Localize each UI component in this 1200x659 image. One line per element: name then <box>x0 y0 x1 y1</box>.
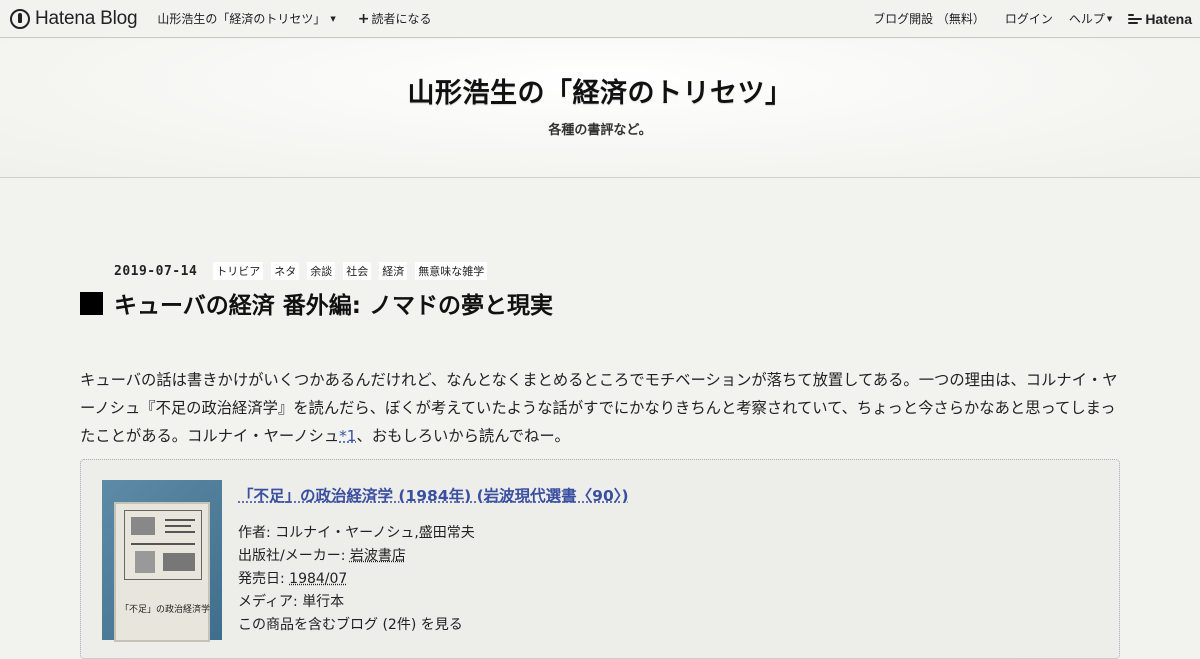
product-author-row: 作者: コルナイ・ヤーノシュ,盛田常夫 <box>238 522 475 545</box>
category-tag[interactable]: トリビア <box>213 262 264 280</box>
entry-title[interactable]: キューバの経済 番外編: ノマドの夢と現実 <box>114 286 553 320</box>
title-bullet-square <box>80 291 103 315</box>
hatena-blog-logo[interactable]: Hatena Blog <box>10 7 138 30</box>
plus-icon: + <box>357 10 370 27</box>
entry-meta: 2019-07-14 トリビア ネタ 余談 社会 経済 無意味な雑学 <box>114 262 495 280</box>
related-blogs-link[interactable]: この商品を含むブログ (2件) を見る <box>238 614 475 637</box>
entry-body: キューバの話は書きかけがいくつかあるんだけれど、なんとなくまとめるところでモチベ… <box>80 366 1125 450</box>
open-blog-label: ブログ開設 （無料） <box>873 12 985 26</box>
blog-description: 各種の書評など。 <box>548 123 652 138</box>
brand-text: Hatena Blog <box>35 7 138 29</box>
product-publisher-row: 出版社/メーカー: 岩波書店 <box>238 545 475 568</box>
subscribe-button[interactable]: + 読者になる <box>358 10 432 27</box>
hatena-logo[interactable]: Hatena <box>1128 11 1192 27</box>
category-tag[interactable]: 余談 <box>307 262 336 280</box>
media-value: 単行本 <box>302 594 345 610</box>
chevron-down-icon: ▼ <box>1106 14 1113 23</box>
author-label: 作者: <box>238 525 276 541</box>
entry-header: キューバの経済 番外編: ノマドの夢と現実 <box>80 286 553 320</box>
subscribe-label: 読者になる <box>371 12 432 26</box>
body-text: 、おもしろいから読んでねー。 <box>356 427 570 445</box>
blog-title[interactable]: 山形浩生の「経済のトリセツ」 <box>0 71 1200 110</box>
entry-date[interactable]: 2019-07-14 <box>114 264 197 279</box>
footnote-link[interactable]: *1 <box>339 427 356 445</box>
login-label: ログイン <box>1004 12 1053 26</box>
product-box: 「不足」の政治経済学 「不足」の政治経済学 (1984年) (岩波現代選書〈90… <box>80 459 1120 659</box>
author-value: コルナイ・ヤーノシュ,盛田常夫 <box>275 525 475 541</box>
release-label: 発売日: <box>238 571 290 587</box>
category-tag[interactable]: ネタ <box>271 262 300 280</box>
hatena-wordmark: Hatena <box>1145 10 1192 27</box>
login-link[interactable]: ログイン <box>1005 10 1053 27</box>
media-label: メディア: <box>238 594 303 610</box>
product-details: 作者: コルナイ・ヤーノシュ,盛田常夫 出版社/メーカー: 岩波書店 発売日: … <box>238 522 475 637</box>
open-blog-link[interactable]: ブログ開設 （無料） <box>873 10 985 27</box>
book-cover-title: 「不足」の政治経済学 <box>120 605 211 615</box>
blog-menu-label: 山形浩生の「経済のトリセツ」 <box>157 12 326 26</box>
category-tag[interactable]: 無意味な雑学 <box>415 262 488 280</box>
product-release-row: 発売日: 1984/07 <box>238 568 475 591</box>
release-value: 1984/07 <box>289 571 348 587</box>
chevron-down-icon: ▼ <box>330 14 336 23</box>
category-tag[interactable]: 経済 <box>379 262 408 280</box>
hatena-blog-icon <box>10 8 30 29</box>
blog-header: 山形浩生の「経済のトリセツ」 各種の書評など。 <box>0 39 1200 178</box>
product-media-row: メディア: 単行本 <box>238 591 475 614</box>
cover-illustration <box>124 510 202 580</box>
publisher-link[interactable]: 岩波書店 <box>350 548 406 564</box>
book-cover-inner: 「不足」の政治経済学 <box>114 502 210 642</box>
book-cover-image[interactable]: 「不足」の政治経済学 <box>102 480 222 642</box>
global-navbar: Hatena Blog 山形浩生の「経済のトリセツ」 ▼ + 読者になる ブログ… <box>0 0 1200 38</box>
category-tag[interactable]: 社会 <box>343 262 372 280</box>
product-title-link[interactable]: 「不足」の政治経済学 (1984年) (岩波現代選書〈90〉) <box>238 484 629 506</box>
help-dropdown[interactable]: ヘルプ ▼ <box>1069 10 1112 27</box>
blog-menu-dropdown[interactable]: 山形浩生の「経済のトリセツ」 ▼ <box>157 10 335 27</box>
publisher-label: 出版社/メーカー: <box>238 548 350 564</box>
hatena-mark-icon <box>1128 13 1143 24</box>
help-label: ヘルプ <box>1068 12 1105 26</box>
body-text: キューバの話は書きかけがいくつかあるんだけれど、なんとなくまとめるところでモチベ… <box>80 371 1118 445</box>
